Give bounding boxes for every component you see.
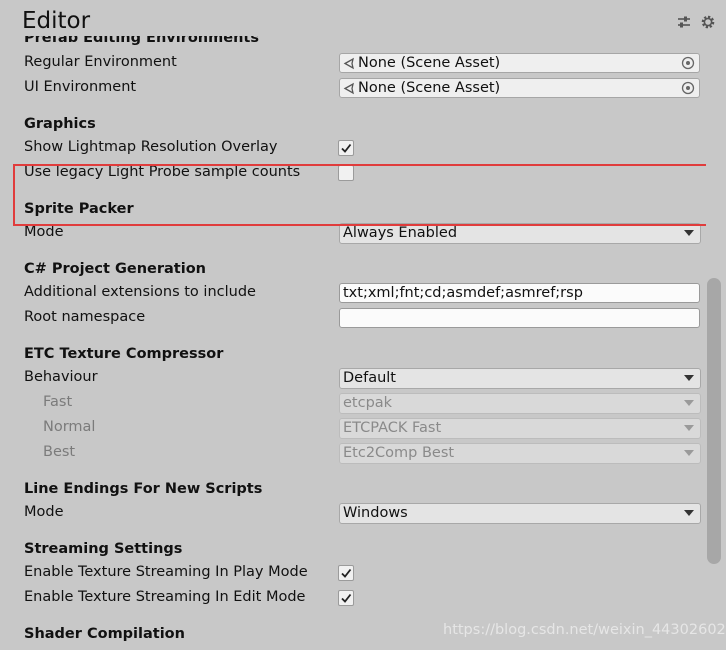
root-namespace-input[interactable] [339, 308, 700, 328]
ui-environment-field[interactable]: None (Scene Asset) [339, 78, 700, 98]
dropdown-arrow-icon [684, 375, 694, 381]
sprite-packer-highlight [13, 164, 714, 226]
object-picker-icon[interactable] [680, 80, 696, 96]
row-line-endings-mode: Mode Windows [0, 501, 706, 526]
etc-fast-label: Fast [43, 394, 73, 410]
etc-normal-dropdown: ETCPACK Fast [339, 418, 701, 439]
scene-asset-icon [343, 82, 354, 95]
row-additional-extensions: Additional extensions to include txt;xml… [0, 281, 706, 306]
regular-environment-label: Regular Environment [24, 54, 177, 70]
row-streaming-play: Enable Texture Streaming In Play Mode [0, 561, 706, 586]
dropdown-arrow-icon [684, 510, 694, 516]
lightmap-overlay-checkbox[interactable] [338, 140, 354, 156]
regular-environment-field[interactable]: None (Scene Asset) [339, 53, 700, 73]
line-endings-mode-dropdown[interactable]: Windows [339, 503, 701, 524]
section-header-etc: ETC Texture Compressor [24, 346, 224, 362]
additional-extensions-input[interactable]: txt;xml;fnt;cd;asmdef;asmref;rsp [339, 283, 700, 303]
line-endings-mode-label: Mode [24, 504, 64, 520]
row-ui-environment: UI Environment None (Scene Asset) [0, 76, 706, 101]
row-regular-environment: Regular Environment None (Scene Asset) [0, 51, 706, 76]
etc-best-value: Etc2Comp Best [343, 445, 455, 461]
dropdown-arrow-icon [684, 425, 694, 431]
line-endings-mode-value: Windows [343, 505, 408, 521]
row-etc-fast: Fast etcpak [0, 391, 706, 416]
section-header-streaming: Streaming Settings [24, 541, 183, 557]
sprite-packer-mode-dropdown[interactable]: Always Enabled [339, 223, 701, 244]
ui-environment-label: UI Environment [24, 79, 137, 95]
scene-asset-icon [343, 57, 354, 70]
etc-fast-dropdown: etcpak [339, 393, 701, 414]
object-picker-icon[interactable] [680, 55, 696, 71]
etc-normal-value: ETCPACK Fast [343, 420, 442, 436]
streaming-edit-label: Enable Texture Streaming In Edit Mode [24, 589, 306, 605]
ui-environment-value: None (Scene Asset) [358, 80, 501, 96]
row-etc-best: Best Etc2Comp Best [0, 441, 706, 466]
scrollbar-thumb[interactable] [707, 278, 721, 564]
watermark: https://blog.csdn.net/weixin_44302602 [443, 622, 726, 638]
etc-best-dropdown: Etc2Comp Best [339, 443, 701, 464]
section-header-shader: Shader Compilation [24, 626, 185, 642]
presets-icon[interactable] [676, 14, 692, 30]
streaming-play-checkbox[interactable] [338, 565, 354, 581]
etc-behaviour-value: Default [343, 370, 396, 386]
etc-best-label: Best [43, 444, 76, 460]
window-title: Editor [22, 8, 91, 34]
row-etc-normal: Normal ETCPACK Fast [0, 416, 706, 441]
row-root-namespace: Root namespace [0, 306, 706, 331]
dropdown-arrow-icon [684, 400, 694, 406]
check-icon [341, 143, 352, 153]
etc-behaviour-dropdown[interactable]: Default [339, 368, 701, 389]
streaming-edit-checkbox[interactable] [338, 590, 354, 606]
section-header-line-endings: Line Endings For New Scripts [24, 481, 263, 497]
streaming-play-label: Enable Texture Streaming In Play Mode [24, 564, 308, 580]
dropdown-arrow-icon [684, 230, 694, 236]
row-etc-behaviour: Behaviour Default [0, 366, 706, 391]
sprite-packer-mode-label: Mode [24, 224, 64, 240]
title-bar: Editor [0, 0, 726, 36]
row-streaming-edit: Enable Texture Streaming In Edit Mode [0, 586, 706, 611]
additional-extensions-label: Additional extensions to include [24, 284, 256, 300]
check-icon [341, 593, 352, 603]
section-header-prefab: Prefab Editing Environments [24, 36, 259, 46]
lightmap-overlay-label: Show Lightmap Resolution Overlay [24, 139, 278, 155]
row-lightmap-overlay: Show Lightmap Resolution Overlay [0, 136, 706, 161]
sprite-packer-mode-value: Always Enabled [343, 225, 458, 241]
section-header-csharp: C# Project Generation [24, 261, 206, 277]
check-icon [341, 568, 352, 578]
root-namespace-label: Root namespace [24, 309, 146, 325]
additional-extensions-value: txt;xml;fnt;cd;asmdef;asmref;rsp [343, 285, 583, 301]
gear-icon[interactable] [700, 14, 716, 30]
preferences-content: Prefab Editing Environments Regular Envi… [0, 36, 706, 650]
dropdown-arrow-icon [684, 450, 694, 456]
section-header-graphics: Graphics [24, 116, 96, 132]
etc-normal-label: Normal [43, 419, 96, 435]
regular-environment-value: None (Scene Asset) [358, 55, 501, 71]
etc-fast-value: etcpak [343, 395, 393, 411]
etc-behaviour-label: Behaviour [24, 369, 98, 385]
